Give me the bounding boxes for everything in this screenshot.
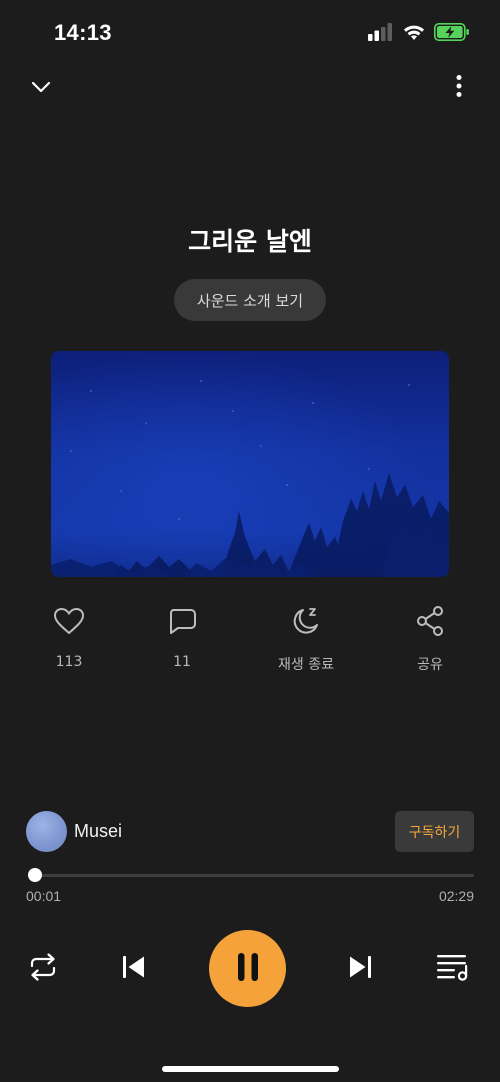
share-icon — [412, 603, 448, 639]
status-icons — [368, 22, 470, 46]
sleep-timer-label: 재생 종료 — [278, 657, 334, 673]
wifi-icon — [402, 23, 426, 45]
pause-button[interactable] — [209, 930, 286, 1007]
like-count: 113 — [55, 654, 83, 670]
track-title: 그리운 날엔 — [188, 227, 312, 256]
subscribe-button[interactable]: 구독하기 — [395, 811, 474, 852]
total-duration: 02:29 — [438, 888, 474, 904]
home-indicator — [162, 1066, 339, 1072]
share-label: 공유 — [417, 657, 443, 673]
playlist-icon — [436, 953, 470, 985]
like-action[interactable]: 113 — [24, 603, 114, 670]
sleep-timer-action[interactable]: 재생 종료 — [261, 603, 351, 674]
comment-action[interactable]: 11 — [137, 603, 227, 670]
repeat-icon — [28, 953, 58, 985]
sleep-timer-icon — [288, 603, 324, 639]
collapse-button[interactable] — [23, 70, 59, 106]
previous-button[interactable] — [112, 947, 156, 991]
progress-handle[interactable] — [28, 868, 42, 882]
cellular-signal-icon — [368, 23, 394, 45]
skip-next-icon — [347, 954, 373, 984]
cover-image — [51, 351, 449, 577]
status-time: 14:13 — [54, 20, 112, 45]
battery-charging-icon — [434, 23, 470, 45]
comment-count: 11 — [173, 654, 191, 670]
comment-icon — [164, 603, 200, 639]
next-button[interactable] — [338, 947, 382, 991]
progress-track[interactable] — [32, 874, 474, 877]
more-vertical-icon — [456, 74, 462, 102]
avatar[interactable] — [26, 811, 67, 852]
heart-icon — [51, 603, 87, 639]
elapsed-time: 00:01 — [26, 888, 62, 904]
skip-previous-icon — [121, 954, 147, 984]
playlist-button[interactable] — [431, 947, 475, 991]
repeat-button[interactable] — [21, 947, 65, 991]
share-action[interactable]: 공유 — [385, 603, 475, 674]
sound-intro-button[interactable]: 사운드 소개 보기 — [174, 279, 326, 321]
pause-icon — [235, 952, 261, 986]
artist-name[interactable]: Musei — [74, 821, 122, 842]
chevron-down-icon — [30, 79, 52, 98]
more-options-button[interactable] — [441, 70, 477, 106]
